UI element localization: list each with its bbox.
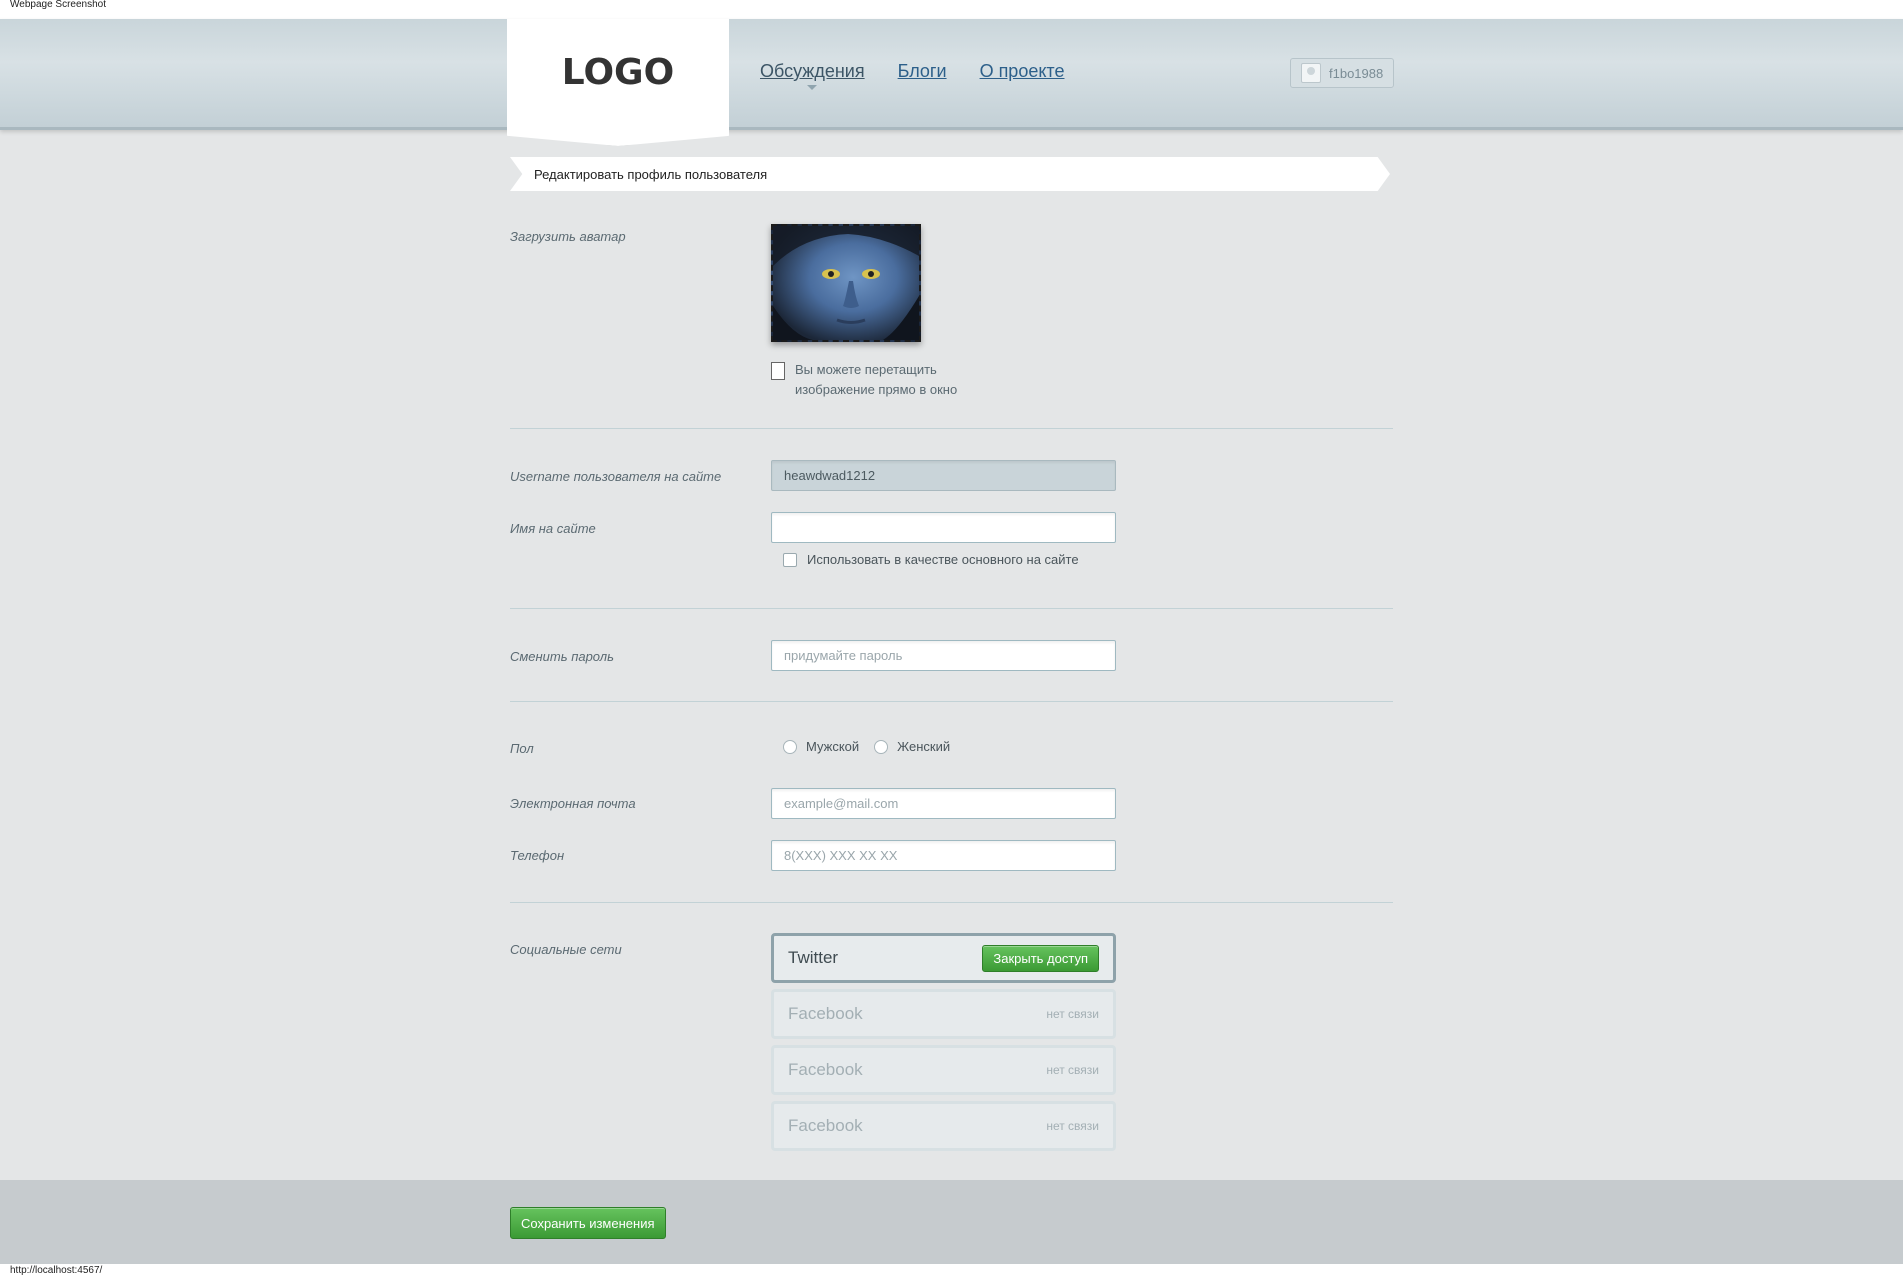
user-name: f1bo1988 [1329,65,1384,81]
page-title: Редактировать профиль пользователя [534,166,768,182]
logo-text: LOGO [561,52,675,93]
social-name: Twitter [788,948,839,967]
phone-field[interactable] [771,840,1116,871]
phone-label: Телефон [510,848,565,863]
username-label: Username пользователя на сайте [510,469,722,484]
connection-status: нет связи [1046,1119,1099,1133]
username-field[interactable] [771,460,1116,491]
social-name: Facebook [788,1004,863,1023]
user-avatar-icon [1301,63,1321,83]
status-bar-url: http://localhost:4567/ [0,1264,1903,1283]
gender-option-female[interactable]: Женский [874,739,950,754]
nav-link-blogs[interactable]: Блоги [898,61,947,82]
gender-female-radio[interactable] [874,739,889,754]
connection-status: нет связи [1046,1063,1099,1077]
use-as-main-checkbox[interactable] [783,552,797,567]
social-card-facebook[interactable]: Facebook нет связи [771,989,1116,1039]
gender-radio-group: Мужской Женский [783,739,965,754]
gender-male-radio[interactable] [783,739,797,754]
display-name-label: Имя на сайте [510,521,596,536]
section-divider [510,608,1393,609]
page-title-ribbon: Редактировать профиль пользователя [510,157,1390,191]
social-label: Социальные сети [510,942,622,957]
email-label: Электронная почта [510,796,636,811]
email-field[interactable] [771,788,1116,819]
avatar-label: Загрузить аватар [510,229,626,244]
nav-link-about[interactable]: О проекте [980,61,1065,82]
display-name-field[interactable] [771,512,1116,543]
section-divider [510,902,1393,903]
use-as-main-option[interactable]: Использовать в качестве основного на сай… [783,552,1079,567]
section-divider [510,701,1393,702]
drag-drop-hint: Вы можете перетащить изображение прямо в… [771,360,975,400]
logo[interactable]: LOGO [507,19,729,146]
avatar-image-dropzone[interactable] [771,224,921,342]
save-changes-button[interactable]: Сохранить изменения [510,1207,666,1239]
social-card-facebook[interactable]: Facebook нет связи [771,1101,1116,1151]
revoke-access-button[interactable]: Закрыть доступ [982,944,1099,972]
social-name: Facebook [788,1060,863,1079]
gender-female-label: Женский [897,739,951,754]
social-card-facebook[interactable]: Facebook нет связи [771,1045,1116,1095]
gender-option-male[interactable]: Мужской [783,739,859,754]
gender-male-label: Мужской [806,739,860,754]
social-card-twitter: Twitter Закрыть доступ [771,933,1116,983]
drag-file-icon [771,362,785,380]
user-menu-button[interactable]: f1bo1988 [1290,58,1394,88]
main-nav: Обсуждения Блоги О проекте [760,61,1065,90]
nav-link-discussions[interactable]: Обсуждения [760,61,865,90]
avatar-portrait-image [773,226,919,340]
gender-label: Пол [510,741,534,756]
password-field[interactable] [771,640,1116,671]
screenshot-caption: Webpage Screenshot [0,0,1903,20]
form-footer [0,1180,1903,1264]
social-name: Facebook [788,1116,863,1135]
drag-hint-text: Вы можете перетащить изображение прямо в… [795,362,958,397]
section-divider [510,428,1393,429]
password-label: Сменить пароль [510,649,614,664]
use-as-main-label: Использовать в качестве основного на сай… [807,552,1079,567]
connection-status: нет связи [1046,1007,1099,1021]
